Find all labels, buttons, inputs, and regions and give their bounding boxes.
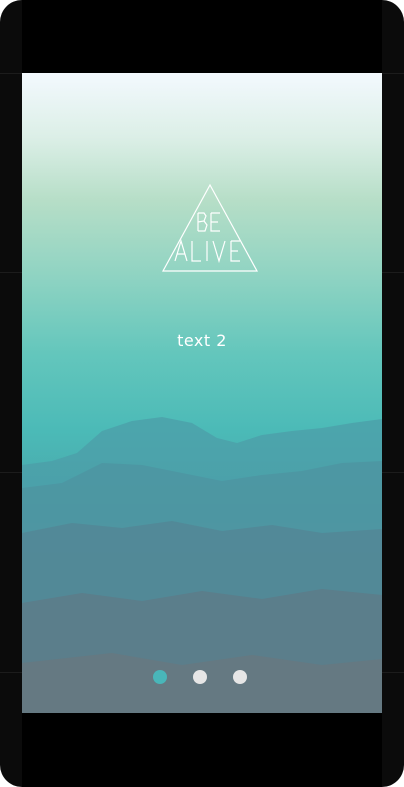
page-dot-1[interactable] bbox=[153, 670, 167, 684]
page-dot-3[interactable] bbox=[233, 670, 247, 684]
device-frame: text 2 bbox=[0, 0, 404, 787]
mountain-background bbox=[22, 417, 382, 713]
be-alive-logo bbox=[161, 183, 259, 272]
bezel-divider bbox=[382, 272, 404, 273]
bezel-divider bbox=[0, 272, 22, 273]
bezel-divider bbox=[0, 672, 22, 673]
navigation-area bbox=[22, 713, 382, 787]
page-subtitle: text 2 bbox=[177, 331, 227, 350]
page-dot-2[interactable] bbox=[193, 670, 207, 684]
bezel-divider bbox=[0, 73, 22, 74]
bezel-divider bbox=[382, 73, 404, 74]
bezel-divider bbox=[382, 672, 404, 673]
onboarding-screen[interactable]: text 2 bbox=[22, 73, 382, 713]
bezel-divider bbox=[382, 472, 404, 473]
status-area bbox=[22, 0, 382, 73]
bezel-divider bbox=[0, 472, 22, 473]
page-indicator bbox=[22, 670, 382, 684]
